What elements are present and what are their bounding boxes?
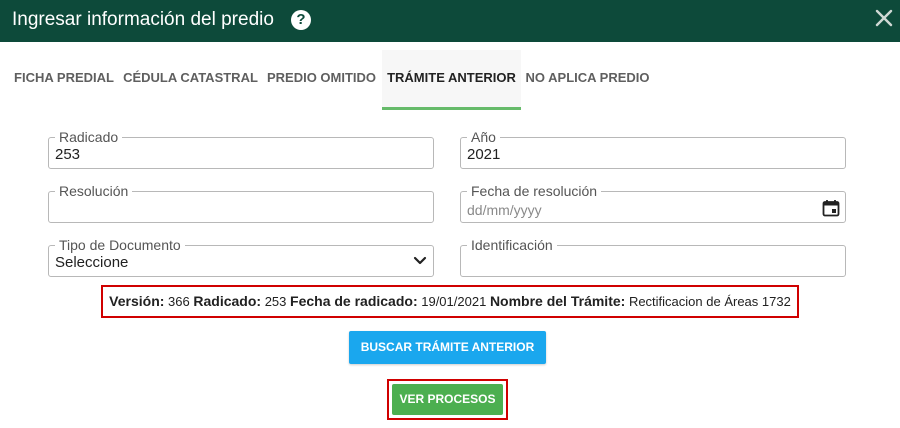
- help-icon[interactable]: ?: [291, 10, 311, 30]
- tipo-documento-label: Tipo de Documento: [55, 237, 185, 253]
- tab-bar: FICHA PREDIAL CÉDULA CATASTRAL PREDIO OM…: [0, 50, 900, 110]
- ver-procesos-button[interactable]: VER PROCESOS: [392, 384, 503, 415]
- tab-predio-omitido[interactable]: PREDIO OMITIDO: [261, 50, 382, 110]
- radicado-info-label: Radicado:: [193, 293, 262, 309]
- calendar-icon[interactable]: [822, 199, 840, 217]
- anio-value: 2021: [467, 146, 501, 163]
- identificacion-field[interactable]: Identificación: [460, 237, 846, 277]
- version-label: Versión:: [109, 293, 165, 309]
- anio-field[interactable]: Año 2021: [460, 129, 846, 169]
- resolucion-label: Resolución: [55, 183, 133, 199]
- radicado-field[interactable]: Radicado 253: [48, 129, 434, 169]
- resolucion-field[interactable]: Resolución: [48, 183, 434, 223]
- dialog-header: Ingresar información del predio ?: [0, 0, 900, 42]
- fecha-resolucion-label: Fecha de resolución: [467, 183, 602, 199]
- dialog-title: Ingresar información del predio: [12, 9, 274, 30]
- tipo-documento-value: Seleccione: [55, 254, 129, 271]
- tab-ficha-predial[interactable]: FICHA PREDIAL: [8, 50, 120, 110]
- fecha-resolucion-field[interactable]: Fecha de resolución dd/mm/yyyy: [460, 183, 846, 223]
- tramite-info-summary: Versión: 366 Radicado: 253 Fecha de radi…: [101, 285, 799, 318]
- fecha-radicado-value: 19/01/2021: [421, 294, 487, 309]
- version-value: 366: [168, 294, 190, 309]
- buscar-tramite-anterior-button[interactable]: BUSCAR TRÁMITE ANTERIOR: [349, 331, 546, 364]
- tab-no-aplica-predio[interactable]: NO APLICA PREDIO: [521, 50, 654, 110]
- radicado-label: Radicado: [55, 129, 123, 145]
- fecha-radicado-label: Fecha de radicado:: [290, 293, 418, 309]
- fecha-resolucion-placeholder: dd/mm/yyyy: [467, 202, 542, 218]
- identificacion-label: Identificación: [467, 237, 557, 253]
- chevron-down-icon[interactable]: [413, 256, 427, 266]
- close-icon[interactable]: [872, 6, 896, 30]
- tab-cedula-catastral[interactable]: CÉDULA CATASTRAL: [120, 50, 261, 110]
- radicado-value: 253: [55, 146, 81, 163]
- ver-procesos-highlight: VER PROCESOS: [387, 379, 508, 420]
- anio-label: Año: [467, 129, 500, 145]
- nombre-tramite-value: Rectificacion de Áreas 1732: [628, 294, 791, 309]
- tipo-documento-select[interactable]: Tipo de Documento Seleccione: [48, 237, 434, 277]
- nombre-tramite-label: Nombre del Trámite:: [489, 293, 626, 309]
- radicado-info-value: 253: [264, 294, 287, 309]
- tab-tramite-anterior[interactable]: TRÁMITE ANTERIOR: [382, 50, 521, 110]
